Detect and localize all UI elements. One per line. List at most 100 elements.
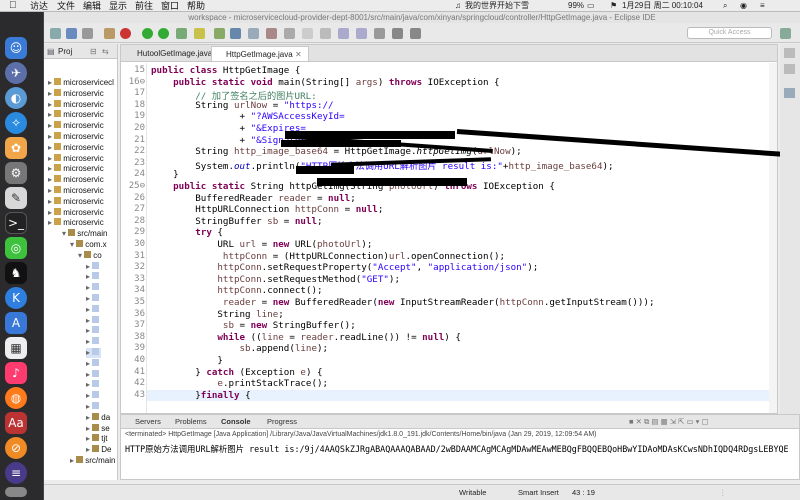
- k-app-icon[interactable]: K: [5, 287, 27, 309]
- music-app-icon[interactable]: ♪: [5, 362, 27, 384]
- maximize-icon[interactable]: [784, 64, 795, 74]
- tab-httpgetimage[interactable]: HttpGetImage.java ✕: [211, 46, 309, 61]
- tree-file[interactable]: ▸: [86, 380, 101, 390]
- tree-file[interactable]: ▸: [86, 326, 101, 336]
- close-icon[interactable]: ✕: [295, 50, 302, 59]
- menu-go[interactable]: 前往: [135, 0, 153, 12]
- tree-node[interactable]: ▸ da: [86, 412, 110, 423]
- launchpad-icon[interactable]: ✈: [5, 62, 27, 84]
- code-line[interactable]: reader = new BufferedReader(new InputStr…: [151, 297, 655, 308]
- tree-project[interactable]: ▸ microservic: [48, 110, 104, 120]
- code-area[interactable]: 15 public class HttpGetImage {16⊖ public …: [121, 63, 779, 413]
- tab-hutool[interactable]: HutoolGetImage.java: [123, 46, 218, 61]
- minimize-icon[interactable]: [784, 48, 795, 58]
- now-playing[interactable]: 我的世界开始下雪: [465, 0, 529, 12]
- show-whitespace-icon[interactable]: [320, 28, 331, 39]
- console-toolbar-icons[interactable]: ■ ✕ ⧉ ▤ ▦ ⇲ ⇱ ▭ ▾ ▢: [629, 417, 709, 427]
- coverage-icon[interactable]: [176, 28, 187, 39]
- datetime[interactable]: 1月29日 周二 00:10:04: [622, 0, 703, 12]
- compass-icon[interactable]: ⊘: [5, 437, 27, 459]
- code-line[interactable]: String urlNow = "https://: [151, 100, 333, 111]
- outline-icon[interactable]: [784, 88, 795, 98]
- tab-servers[interactable]: Servers: [135, 417, 161, 426]
- trash-icon[interactable]: [5, 487, 27, 497]
- external-tools-icon[interactable]: [194, 28, 205, 39]
- tree-file[interactable]: ▸: [86, 402, 101, 412]
- tab-console[interactable]: Console: [221, 417, 251, 426]
- save-icon[interactable]: [66, 28, 77, 39]
- code-line[interactable]: + "&Expires=: [151, 123, 306, 134]
- code-line[interactable]: BufferedReader reader = null;: [151, 193, 355, 204]
- tree-project[interactable]: ▸ microservic: [48, 153, 104, 164]
- menu-window[interactable]: 窗口: [161, 0, 179, 12]
- siri-dock-icon[interactable]: ◐: [5, 87, 27, 109]
- tree-project[interactable]: ▸ microservic: [48, 186, 104, 196]
- code-line[interactable]: sb.append(line);: [151, 343, 329, 354]
- tree-project[interactable]: ▸ microservic: [48, 175, 104, 185]
- code-line[interactable]: httpConn.setRequestMethod("GET");: [151, 274, 400, 285]
- calendar-icon[interactable]: ▦: [5, 337, 27, 359]
- system-prefs-icon[interactable]: ⚙: [5, 162, 27, 184]
- tree-node[interactable]: ▸ tjt: [86, 434, 107, 444]
- new-icon[interactable]: [50, 28, 61, 39]
- new-class-icon[interactable]: [230, 28, 241, 39]
- tree-file[interactable]: ▸: [86, 337, 101, 347]
- tree-file[interactable]: ▸: [86, 272, 101, 282]
- search-icon[interactable]: ⌕: [723, 0, 727, 12]
- scrollbar[interactable]: [769, 63, 777, 413]
- tree-project[interactable]: ▸ microservic: [48, 218, 104, 228]
- tree-project[interactable]: ▸ microservic: [48, 196, 104, 207]
- tree-file[interactable]: ▸: [86, 315, 101, 326]
- finder-icon[interactable]: ☺: [5, 37, 27, 59]
- tree-src-folder[interactable]: ▾ src/main: [62, 229, 107, 239]
- tree-file[interactable]: ▸: [86, 348, 102, 358]
- code-line[interactable]: sb = new StringBuffer();: [151, 320, 356, 331]
- tab-problems[interactable]: Problems: [175, 417, 207, 426]
- code-line[interactable]: e.printStackTrace();: [151, 378, 328, 389]
- tree-node[interactable]: ▸ se: [86, 423, 110, 434]
- safari-icon[interactable]: ✧: [5, 112, 27, 134]
- code-line[interactable]: }: [151, 355, 223, 366]
- music-icon[interactable]: ♫: [455, 0, 461, 12]
- code-line[interactable]: } catch (Exception e) {: [151, 367, 322, 378]
- console-output[interactable]: HTTP原始方法调用URL解析图片 result is:/9j/4AAQSkZJ…: [121, 440, 799, 458]
- wechat-icon[interactable]: ◎: [5, 237, 27, 259]
- code-line[interactable]: HttpURLConnection httpConn = null;: [151, 204, 383, 215]
- menu-help[interactable]: 帮助: [187, 0, 205, 12]
- tree-file[interactable]: ▸: [86, 369, 101, 380]
- qq-icon[interactable]: ♞: [5, 262, 27, 284]
- code-line[interactable]: httpConn.connect();: [151, 285, 322, 296]
- link-icon[interactable]: ⇆: [102, 44, 109, 59]
- tree-package[interactable]: ▾ co: [78, 250, 102, 261]
- explorer-tab[interactable]: ▤ Proj ⊟ ⇆: [44, 44, 117, 59]
- eclipse-icon[interactable]: ≡: [5, 462, 27, 484]
- prev-annotation-icon[interactable]: [356, 28, 367, 39]
- open-type-icon[interactable]: [248, 28, 259, 39]
- tree-file[interactable]: ▸: [86, 294, 101, 304]
- next-annotation-icon[interactable]: [338, 28, 349, 39]
- quick-access-input[interactable]: Quick Access: [687, 27, 772, 39]
- menu-file[interactable]: 文件: [57, 0, 75, 12]
- debug-icon[interactable]: [104, 28, 115, 39]
- code-line[interactable]: httpConn = (HttpURLConnection)url.openCo…: [151, 251, 505, 262]
- collapse-icon[interactable]: ⊟: [90, 44, 97, 59]
- terminal-icon[interactable]: >_: [5, 212, 27, 234]
- photos-icon[interactable]: ✿: [5, 137, 27, 159]
- tree-node[interactable]: ▸ src/main: [70, 456, 115, 466]
- print-icon[interactable]: [82, 28, 93, 39]
- code-line[interactable]: StringBuffer sb = null;: [151, 216, 322, 227]
- block-select-icon[interactable]: [302, 28, 313, 39]
- text-editor-icon[interactable]: ✎: [5, 187, 27, 209]
- code-line[interactable]: }finally {: [151, 390, 250, 401]
- code-line[interactable]: httpConn.setRequestProperty("Accept", "a…: [151, 262, 538, 273]
- menu-view[interactable]: 显示: [109, 0, 127, 12]
- forward-icon[interactable]: [410, 28, 421, 39]
- notification-icon[interactable]: ≡: [760, 0, 765, 12]
- tree-project[interactable]: ▸ microservic: [48, 121, 104, 131]
- tab-progress[interactable]: Progress: [267, 417, 297, 426]
- code-line[interactable]: URL url = new URL(photoUrl);: [151, 239, 372, 250]
- tree-file[interactable]: ▸: [86, 261, 101, 272]
- menu-finder[interactable]: 访达: [30, 0, 48, 12]
- perspective-icon[interactable]: [780, 28, 791, 39]
- tree-project[interactable]: ▸ microservicecl: [48, 78, 114, 88]
